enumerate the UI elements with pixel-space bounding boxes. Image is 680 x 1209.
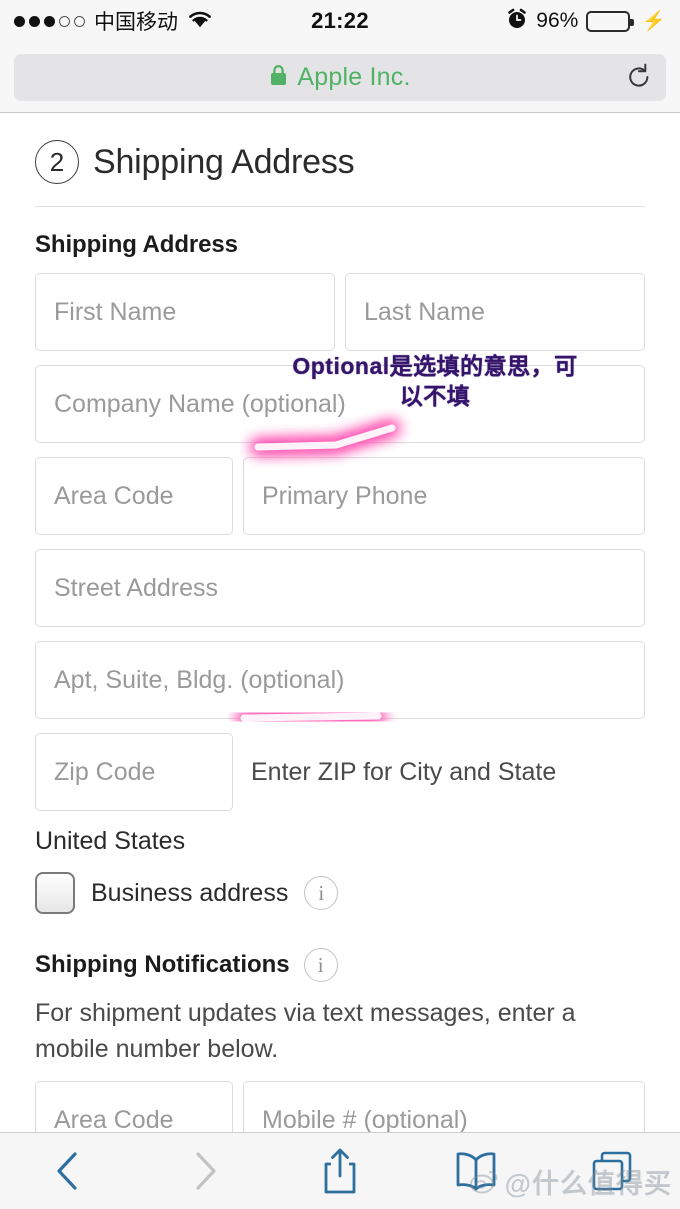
browser-url-bar: Apple Inc. (0, 42, 680, 113)
step-header: 2 Shipping Address (0, 114, 680, 184)
last-name-input[interactable]: Last Name (345, 273, 645, 351)
mobile-number-input[interactable]: Mobile # (optional) (243, 1081, 645, 1132)
first-name-input[interactable]: First Name (35, 273, 335, 351)
street-row: Street Address (35, 549, 645, 627)
status-bar: 中国移动 21:22 96% ⚡ (0, 0, 680, 42)
shipping-notifications-title: Shipping Notifications (35, 951, 290, 978)
business-address-row: Business address i (35, 872, 680, 914)
area-code-input[interactable]: Area Code (35, 457, 233, 535)
business-address-label: Business address (91, 878, 289, 907)
business-address-checkbox[interactable] (35, 872, 75, 914)
last-name-placeholder: Last Name (364, 297, 485, 326)
street-address-input[interactable]: Street Address (35, 549, 645, 627)
shipping-notifications-body: For shipment updates via text messages, … (35, 999, 576, 1063)
step-number-badge: 2 (35, 140, 79, 184)
apt-suite-input[interactable]: Apt, Suite, Bldg. (optional) (35, 641, 645, 719)
page-title: Shipping Address (93, 142, 355, 181)
url-input[interactable]: Apple Inc. (14, 53, 666, 101)
primary-phone-input[interactable]: Primary Phone (243, 457, 645, 535)
forward-button[interactable] (136, 1133, 272, 1209)
mobile-row: Area Code Mobile # (optional) (35, 1081, 645, 1132)
share-button[interactable] (272, 1133, 408, 1209)
shipping-notifications-header: Shipping Notifications i (35, 948, 680, 982)
zip-code-placeholder: Zip Code (54, 757, 156, 786)
bookmarks-button[interactable] (408, 1133, 544, 1209)
first-name-placeholder: First Name (54, 297, 177, 326)
lightning-bolt-icon: ⚡ (642, 10, 666, 32)
section-heading-shipping-address: Shipping Address (35, 231, 238, 258)
status-bar-right: 96% ⚡ (506, 8, 666, 35)
apt-row: Apt, Suite, Bldg. (optional) (35, 641, 645, 719)
web-page-content: 2 Shipping Address Shipping Address Firs… (0, 114, 680, 1132)
alarm-clock-icon (506, 8, 528, 35)
shipping-notifications-info-icon[interactable]: i (303, 948, 338, 982)
primary-phone-placeholder: Primary Phone (262, 481, 428, 510)
phone-row: Area Code Primary Phone (35, 457, 645, 535)
battery-icon (586, 10, 635, 32)
divider (35, 206, 645, 207)
company-name-placeholder: Company Name (optional) (54, 389, 346, 418)
street-address-placeholder: Street Address (54, 573, 218, 602)
name-row: First Name Last Name (35, 273, 645, 351)
business-address-info-icon[interactable]: i (304, 876, 339, 910)
reload-icon[interactable] (622, 60, 656, 94)
zip-hint-text: Enter ZIP for City and State (251, 757, 557, 786)
mobile-number-placeholder: Mobile # (optional) (262, 1105, 468, 1133)
lock-icon (269, 63, 288, 92)
notif-area-code-placeholder: Area Code (54, 1105, 174, 1133)
browser-toolbar (0, 1132, 680, 1209)
company-row: Company Name (optional) (35, 365, 645, 443)
tabs-button[interactable] (544, 1133, 680, 1209)
country-label: United States (35, 827, 186, 855)
battery-percentage: 96% (536, 9, 579, 32)
notif-area-code-input[interactable]: Area Code (35, 1081, 233, 1132)
zip-row: Zip Code Enter ZIP for City and State (35, 733, 645, 811)
zip-code-input[interactable]: Zip Code (35, 733, 233, 811)
area-code-placeholder: Area Code (54, 481, 174, 510)
site-name-label: Apple Inc. (297, 62, 411, 91)
iphone-safari-screenshot: 中国移动 21:22 96% ⚡ Apple Inc. 2 Shipping A… (0, 0, 680, 1209)
apt-suite-placeholder: Apt, Suite, Bldg. (optional) (54, 665, 345, 694)
company-name-input[interactable]: Company Name (optional) (35, 365, 645, 443)
back-button[interactable] (0, 1133, 136, 1209)
